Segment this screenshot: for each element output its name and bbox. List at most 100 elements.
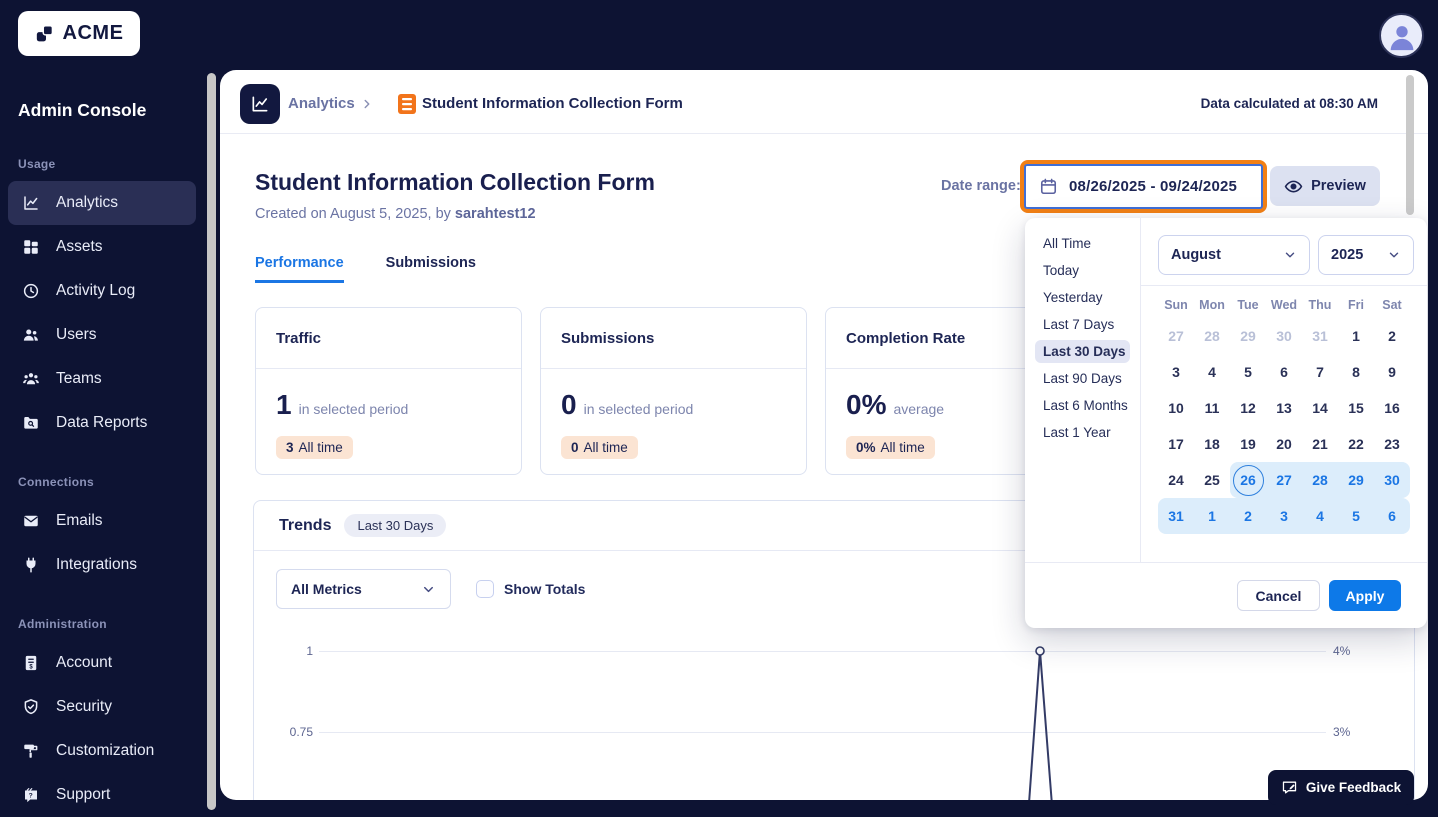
traffic-card-title: Traffic (256, 308, 521, 369)
date-range-highlight-box: 08/26/2025 - 09/24/2025 (1020, 160, 1267, 213)
calendar-day-21[interactable]: 21 (1302, 426, 1338, 462)
tab-performance[interactable]: Performance (255, 255, 344, 283)
calendar-day-15[interactable]: 15 (1338, 390, 1374, 426)
sidebar-item-data-reports[interactable]: Data Reports (8, 401, 196, 445)
grid-icon (22, 238, 40, 256)
preset-last-90-days[interactable]: Last 90 Days (1035, 367, 1130, 390)
sidebar-section-connections: Connections (18, 475, 207, 489)
calendar-day-5[interactable]: 5 (1338, 498, 1374, 534)
main-scrollbar[interactable] (207, 73, 216, 810)
calendar-day-9[interactable]: 9 (1374, 354, 1410, 390)
page-title: Student Information Collection Form (255, 169, 655, 196)
calendar-day-8[interactable]: 8 (1338, 354, 1374, 390)
apply-button[interactable]: Apply (1329, 580, 1401, 611)
calendar-day-2[interactable]: 2 (1230, 498, 1266, 534)
give-feedback-label: Give Feedback (1306, 780, 1401, 795)
calendar-day-24[interactable]: 24 (1158, 462, 1194, 498)
year-select[interactable]: 2025 (1318, 235, 1414, 275)
calendar-day-22[interactable]: 22 (1338, 426, 1374, 462)
calendar-day-19[interactable]: 19 (1230, 426, 1266, 462)
eye-icon (1284, 177, 1303, 196)
acme-logo-icon (35, 23, 57, 45)
calendar-day-1[interactable]: 1 (1338, 318, 1374, 354)
cancel-button[interactable]: Cancel (1237, 580, 1320, 611)
preset-yesterday[interactable]: Yesterday (1035, 286, 1130, 309)
sidebar-item-emails[interactable]: Emails (8, 499, 196, 543)
sidebar-item-label: Teams (56, 370, 102, 388)
calendar-day-29[interactable]: 29 (1338, 462, 1374, 498)
weekday-label: Sat (1374, 296, 1410, 314)
preset-all-time[interactable]: All Time (1035, 232, 1130, 255)
calendar-day-6[interactable]: 6 (1374, 498, 1410, 534)
breadcrumb-analytics-link[interactable]: Analytics (288, 84, 355, 124)
calendar-day-28[interactable]: 28 (1194, 318, 1230, 354)
calendar-day-4[interactable]: 4 (1302, 498, 1338, 534)
calendar-day-4[interactable]: 4 (1194, 354, 1230, 390)
preset-last-30-days[interactable]: Last 30 Days (1035, 340, 1130, 363)
sidebar-item-security[interactable]: Security (8, 685, 196, 729)
weekday-row: SunMonTueWedThuFriSat (1158, 296, 1427, 314)
calendar-day-30[interactable]: 30 (1266, 318, 1302, 354)
calendar-day-11[interactable]: 11 (1194, 390, 1230, 426)
calendar-day-25[interactable]: 25 (1194, 462, 1230, 498)
calendar-day-27[interactable]: 27 (1158, 318, 1194, 354)
date-range-input[interactable]: 08/26/2025 - 09/24/2025 (1024, 164, 1263, 209)
calendar-day-18[interactable]: 18 (1194, 426, 1230, 462)
preset-last-7-days[interactable]: Last 7 Days (1035, 313, 1130, 336)
calendar-day-30[interactable]: 30 (1374, 462, 1410, 498)
sidebar-item-customization[interactable]: Customization (8, 729, 196, 773)
calendar-day-14[interactable]: 14 (1302, 390, 1338, 426)
preview-button[interactable]: Preview (1270, 166, 1380, 206)
calendar-day-26[interactable]: 26 (1230, 462, 1266, 498)
calendar-day-29[interactable]: 29 (1230, 318, 1266, 354)
calendar-day-16[interactable]: 16 (1374, 390, 1410, 426)
feedback-chat-icon (1281, 779, 1298, 796)
calendar-day-3[interactable]: 3 (1158, 354, 1194, 390)
sidebar-item-teams[interactable]: Teams (8, 357, 196, 401)
breadcrumb-chevron-icon (360, 84, 374, 124)
app-logo[interactable]: ACME (18, 11, 140, 56)
preset-today[interactable]: Today (1035, 259, 1130, 282)
sidebar-item-activity-log[interactable]: Activity Log (8, 269, 196, 313)
sidebar-item-analytics[interactable]: Analytics (8, 181, 196, 225)
calendar-day-28[interactable]: 28 (1302, 462, 1338, 498)
calendar-day-3[interactable]: 3 (1266, 498, 1302, 534)
calendar-day-20[interactable]: 20 (1266, 426, 1302, 462)
calendar-day-23[interactable]: 23 (1374, 426, 1410, 462)
calendar-day-1[interactable]: 1 (1194, 498, 1230, 534)
chevron-down-icon (1387, 248, 1401, 262)
calendar-day-27[interactable]: 27 (1266, 462, 1302, 498)
calendar-day-13[interactable]: 13 (1266, 390, 1302, 426)
teams-icon (22, 370, 40, 388)
sidebar-item-account[interactable]: $ Account (8, 641, 196, 685)
traffic-card: Traffic 1 in selected period 3 All time (255, 307, 522, 475)
weekday-label: Thu (1302, 296, 1338, 314)
user-avatar-icon (1385, 19, 1419, 53)
preset-last-1-year[interactable]: Last 1 Year (1035, 421, 1130, 444)
calendar-day-10[interactable]: 10 (1158, 390, 1194, 426)
calendar-day-5[interactable]: 5 (1230, 354, 1266, 390)
content-scrollbar[interactable] (1406, 75, 1414, 215)
month-select[interactable]: August (1158, 235, 1310, 275)
give-feedback-button[interactable]: Give Feedback (1268, 770, 1414, 805)
weekday-label: Wed (1266, 296, 1302, 314)
badge-label: All time (881, 440, 925, 455)
sidebar-item-integrations[interactable]: Integrations (8, 543, 196, 587)
user-avatar[interactable] (1379, 13, 1424, 58)
sidebar-item-users[interactable]: Users (8, 313, 196, 357)
calendar-day-7[interactable]: 7 (1302, 354, 1338, 390)
sidebar-item-assets[interactable]: Assets (8, 225, 196, 269)
svg-text:?: ? (29, 793, 33, 800)
calendar-day-2[interactable]: 2 (1374, 318, 1410, 354)
preset-last-6-months[interactable]: Last 6 Months (1035, 394, 1130, 417)
calendar-day-17[interactable]: 17 (1158, 426, 1194, 462)
calendar-day-31[interactable]: 31 (1302, 318, 1338, 354)
calendar-day-31[interactable]: 31 (1158, 498, 1194, 534)
breadcrumb-current: Student Information Collection Form (422, 84, 683, 124)
sidebar-section-usage: Usage (18, 157, 207, 171)
calendar-day-12[interactable]: 12 (1230, 390, 1266, 426)
sidebar-item-support[interactable]: ? Support (8, 773, 196, 817)
tab-submissions[interactable]: Submissions (386, 255, 476, 283)
calendar-day-6[interactable]: 6 (1266, 354, 1302, 390)
preset-list: All Time Today Yesterday Last 7 Days Last 30… (1025, 218, 1141, 562)
